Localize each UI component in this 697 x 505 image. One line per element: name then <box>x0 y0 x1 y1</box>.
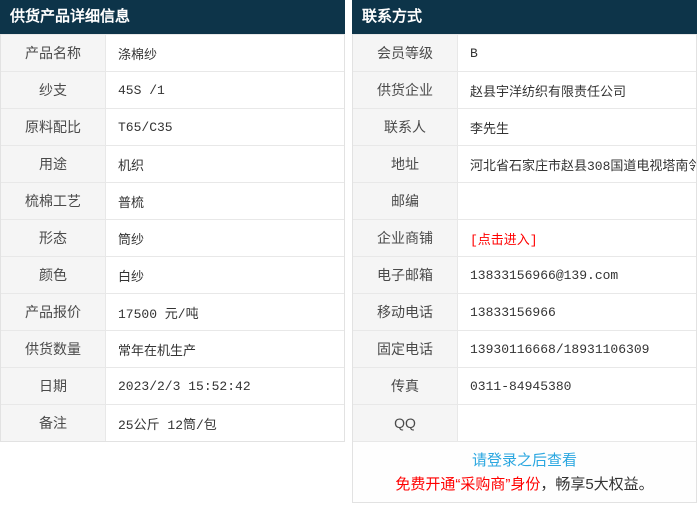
row-value: 李先生 <box>458 109 696 145</box>
row-value: T65/C35 <box>106 109 344 145</box>
row-value: 13930116668/18931106309 <box>458 331 696 367</box>
row-value: 2023/2/3 15:52:42 <box>106 368 344 404</box>
row-label: 电子邮箱 <box>353 257 458 293</box>
product-info-table: 供货产品详细信息 产品名称 涤棉纱 纱支 45S /1 原料配比 T65/C35… <box>0 0 345 442</box>
table-row: 企业商铺 [点击进入] <box>353 219 696 256</box>
contact-info-table-title: 联系方式 <box>352 0 697 34</box>
row-label: 产品报价 <box>1 294 106 330</box>
row-label: 梳棉工艺 <box>1 183 106 219</box>
table-row: 梳棉工艺 普梳 <box>1 182 344 219</box>
contact-info-table: 联系方式 会员等级 B 供货企业 赵县宇洋纺织有限责任公司 联系人 李先生 地址… <box>352 0 697 503</box>
row-value: 17500 元/吨 <box>106 294 344 330</box>
product-detail-page: 供货产品详细信息 产品名称 涤棉纱 纱支 45S /1 原料配比 T65/C35… <box>0 0 697 505</box>
table-row: 产品报价 17500 元/吨 <box>1 293 344 330</box>
product-info-table-title: 供货产品详细信息 <box>0 0 345 34</box>
table-row: 固定电话 13930116668/18931106309 <box>353 330 696 367</box>
row-label: 固定电话 <box>353 331 458 367</box>
row-value: [点击进入] <box>458 220 696 256</box>
table-row: 移动电话 13833156966 <box>353 293 696 330</box>
table-row: 地址 河北省石家庄市赵县308国道电视塔南邻 <box>353 145 696 182</box>
row-value: 筒纱 <box>106 220 344 256</box>
table-row: QQ <box>353 404 696 441</box>
row-label: 联系人 <box>353 109 458 145</box>
login-to-view-link[interactable]: 请登录之后查看 <box>472 452 577 469</box>
row-label: 原料配比 <box>1 109 106 145</box>
row-value: 13833156966@139.com <box>458 257 696 293</box>
row-label: 产品名称 <box>1 35 106 71</box>
row-value: 赵县宇洋纺织有限责任公司 <box>458 72 696 108</box>
table-row: 供货数量 常年在机生产 <box>1 330 344 367</box>
shop-enter-link[interactable]: [点击进入] <box>470 229 538 248</box>
row-value: 13833156966 <box>458 294 696 330</box>
row-label: 供货企业 <box>353 72 458 108</box>
row-label: 颜色 <box>1 257 106 293</box>
row-label: 移动电话 <box>353 294 458 330</box>
row-label: 企业商铺 <box>353 220 458 256</box>
table-row: 纱支 45S /1 <box>1 71 344 108</box>
table-row: 用途 机织 <box>1 145 344 182</box>
row-label: 纱支 <box>1 72 106 108</box>
row-label: 传真 <box>353 368 458 404</box>
table-row: 产品名称 涤棉纱 <box>1 34 344 71</box>
row-label: 邮编 <box>353 183 458 219</box>
row-value: 普梳 <box>106 183 344 219</box>
contact-footer: 请登录之后查看 免费开通“采购商”身份，畅享5大权益。 <box>353 441 696 502</box>
promo-benefits-text: ，畅享5大权益。 <box>540 476 653 493</box>
row-value: 常年在机生产 <box>106 331 344 367</box>
row-label: 地址 <box>353 146 458 182</box>
row-value: 机织 <box>106 146 344 182</box>
row-value: 涤棉纱 <box>106 35 344 71</box>
table-row: 颜色 白纱 <box>1 256 344 293</box>
buyer-signup-link[interactable]: 免费开通“采购商”身份 <box>395 476 540 493</box>
table-row: 电子邮箱 13833156966@139.com <box>353 256 696 293</box>
table-row: 传真 0311-84945380 <box>353 367 696 404</box>
row-label: 会员等级 <box>353 35 458 71</box>
row-value <box>458 183 696 219</box>
row-value <box>458 405 696 441</box>
row-label: 供货数量 <box>1 331 106 367</box>
table-row: 备注 25公斤 12筒/包 <box>1 404 344 441</box>
row-value: 白纱 <box>106 257 344 293</box>
row-value: B <box>458 35 696 71</box>
table-row: 联系人 李先生 <box>353 108 696 145</box>
row-value: 河北省石家庄市赵县308国道电视塔南邻 <box>458 146 696 182</box>
row-label: QQ <box>353 405 458 441</box>
table-row: 邮编 <box>353 182 696 219</box>
table-row: 原料配比 T65/C35 <box>1 108 344 145</box>
table-row: 供货企业 赵县宇洋纺织有限责任公司 <box>353 71 696 108</box>
row-label: 日期 <box>1 368 106 404</box>
row-label: 用途 <box>1 146 106 182</box>
table-row: 形态 筒纱 <box>1 219 344 256</box>
row-value: 0311-84945380 <box>458 368 696 404</box>
row-label: 备注 <box>1 405 106 441</box>
table-row: 会员等级 B <box>353 34 696 71</box>
row-label: 形态 <box>1 220 106 256</box>
table-row: 日期 2023/2/3 15:52:42 <box>1 367 344 404</box>
row-value: 25公斤 12筒/包 <box>106 405 344 441</box>
row-value: 45S /1 <box>106 72 344 108</box>
